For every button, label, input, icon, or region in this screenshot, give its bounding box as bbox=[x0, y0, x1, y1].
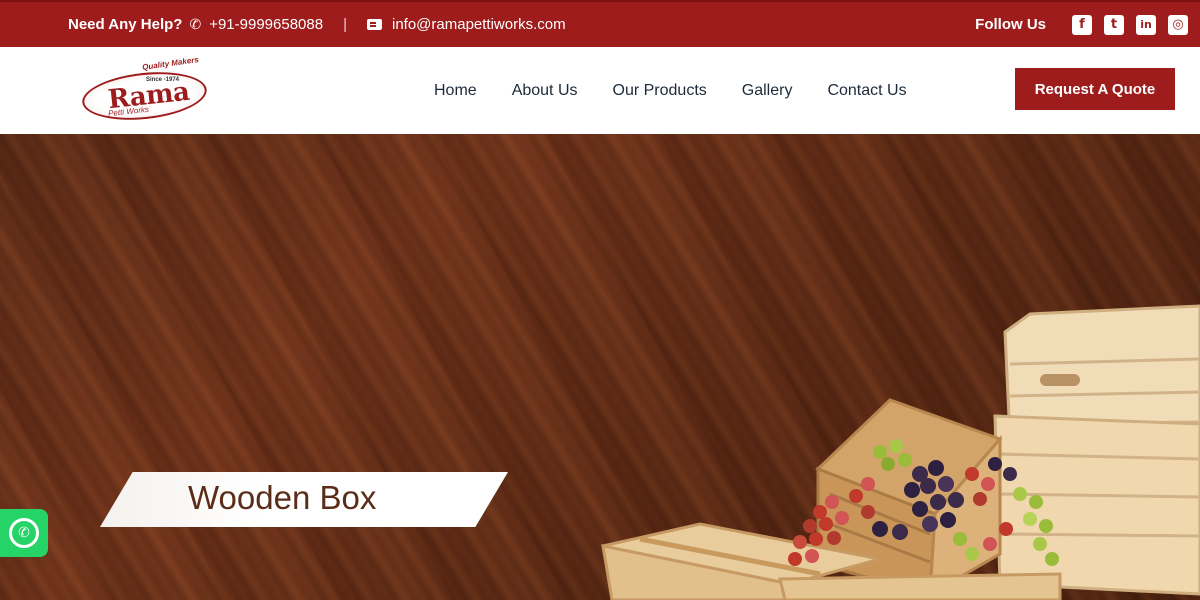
linkedin-icon[interactable]: in bbox=[1136, 14, 1156, 35]
request-quote-button[interactable]: Request A Quote bbox=[1015, 68, 1175, 110]
nav-home[interactable]: Home bbox=[434, 82, 477, 100]
main-nav: Quality Makers Since -1974 Rama Petti Wo… bbox=[0, 47, 1200, 134]
logo[interactable]: Quality Makers Since -1974 Rama Petti Wo… bbox=[79, 55, 210, 126]
follow-label: Follow Us bbox=[975, 16, 1046, 33]
whatsapp-button[interactable]: ✆ bbox=[0, 509, 48, 557]
help-label: Need Any Help? bbox=[68, 16, 183, 33]
nav-gallery[interactable]: Gallery bbox=[742, 82, 793, 100]
hero-banner: Wooden Box bbox=[0, 134, 1200, 600]
facebook-icon[interactable]: f bbox=[1072, 14, 1092, 35]
nav-our-products[interactable]: Our Products bbox=[613, 82, 707, 100]
top-bar: Need Any Help? ✆ +91-9999658088 | info@r… bbox=[0, 0, 1200, 47]
mail-icon bbox=[366, 19, 382, 30]
phone-link[interactable]: +91-9999658088 bbox=[209, 16, 323, 33]
crate-middle-right bbox=[993, 414, 1200, 596]
hero-title: Wooden Box bbox=[188, 479, 377, 516]
nav-about-us[interactable]: About Us bbox=[512, 82, 578, 100]
instagram-icon[interactable]: ◎ bbox=[1168, 14, 1188, 35]
crates-illustration bbox=[601, 304, 1200, 600]
nav-contact-us[interactable]: Contact Us bbox=[827, 82, 906, 100]
twitter-icon[interactable]: t bbox=[1104, 14, 1124, 35]
nav-menu: Home About Us Our Products Gallery Conta… bbox=[434, 47, 942, 134]
logo-tagline: Quality Makers bbox=[141, 55, 200, 72]
contact-info: Need Any Help? ✆ +91-9999658088 | info@r… bbox=[68, 2, 566, 47]
whatsapp-icon: ✆ bbox=[9, 518, 39, 548]
fruit-tray bbox=[778, 572, 1062, 600]
separator: | bbox=[343, 16, 347, 33]
social-links: Follow Us f t in ◎ bbox=[975, 2, 1188, 47]
email-link[interactable]: info@ramapettiworks.com bbox=[392, 16, 566, 33]
phone-icon: ✆ bbox=[189, 16, 202, 32]
